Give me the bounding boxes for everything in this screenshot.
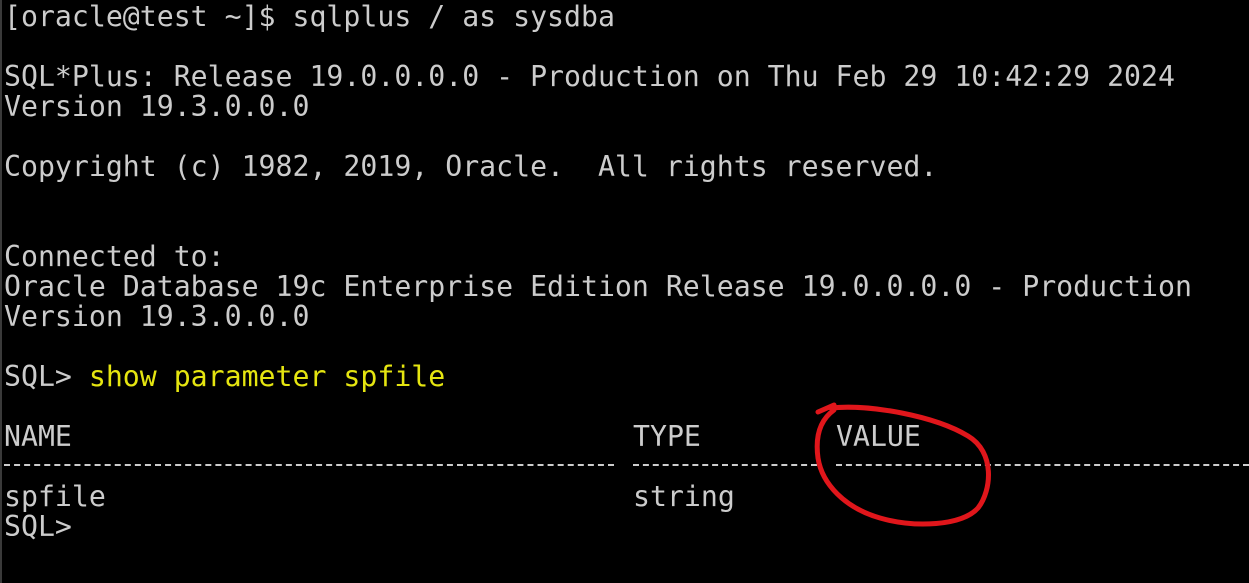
column-header-value: VALUE — [836, 420, 921, 453]
column-separator-value — [836, 464, 1249, 468]
terminal-window[interactable]: [oracle@test ~]$ sqlplus / as sysdba SQL… — [0, 0, 1249, 583]
sql-prompt: SQL> — [4, 360, 89, 393]
shell-prompt-line: [oracle@test ~]$ sqlplus / as sysdba — [4, 0, 615, 33]
column-separator-type — [633, 464, 817, 468]
db-version-line: Version 19.3.0.0.0 — [4, 300, 310, 333]
window-left-edge — [0, 0, 2, 583]
copyright-line: Copyright (c) 1982, 2019, Oracle. All ri… — [4, 150, 938, 183]
sql-command-line: SQL> show parameter spfile — [4, 362, 445, 392]
row-type-cell: string — [633, 480, 735, 513]
column-header-name: NAME — [4, 420, 72, 453]
connected-to-line: Connected to: — [4, 240, 225, 273]
column-header-type: TYPE — [633, 420, 701, 453]
column-separator-name — [4, 464, 614, 468]
final-sql-prompt: SQL> — [4, 510, 72, 543]
banner-release-line: SQL*Plus: Release 19.0.0.0.0 - Productio… — [4, 60, 1175, 93]
db-edition-line: Oracle Database 19c Enterprise Edition R… — [4, 270, 1192, 303]
banner-version-line: Version 19.3.0.0.0 — [4, 90, 310, 123]
sql-command: show parameter spfile — [88, 360, 446, 393]
row-name-cell: spfile — [4, 480, 106, 513]
